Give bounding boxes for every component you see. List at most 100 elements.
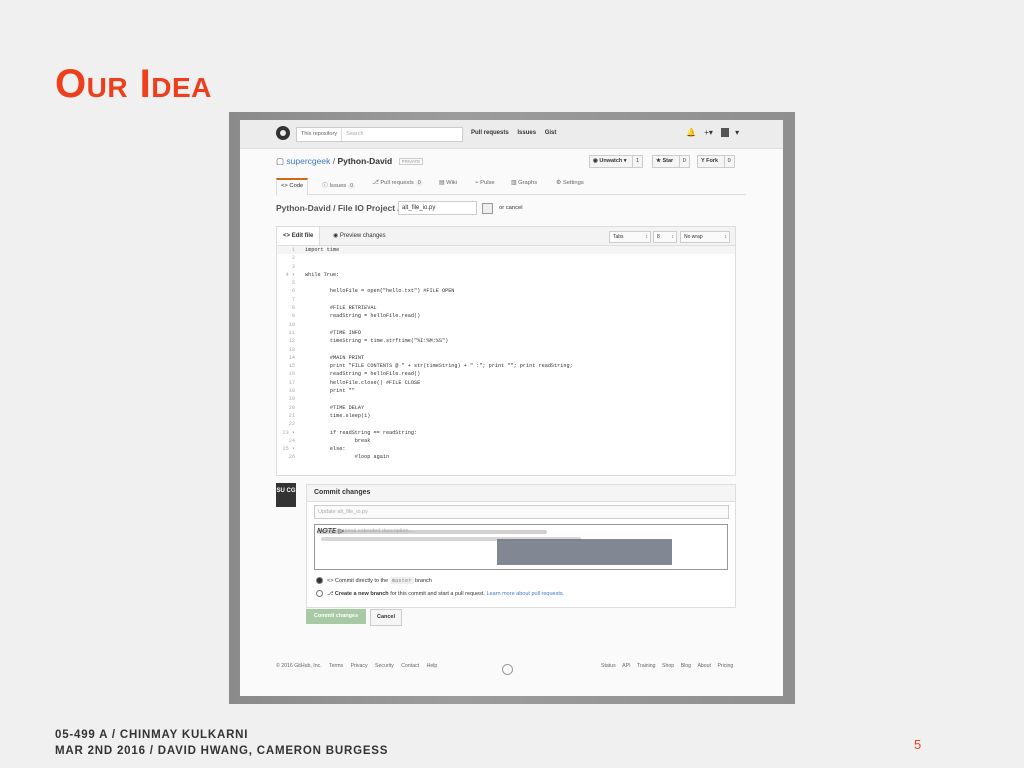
star-button[interactable]: ★ Star 0 <box>652 155 690 168</box>
footer-link-status[interactable]: Status <box>601 663 616 669</box>
indent-size-select[interactable]: 8 <box>653 231 677 243</box>
indent-mode-select[interactable]: Tabs <box>609 231 651 243</box>
radio-unchecked[interactable] <box>316 590 323 597</box>
code-line[interactable]: 11 #TIME INFO <box>277 329 735 337</box>
fork-icon: Y <box>701 158 705 164</box>
code-line[interactable]: 17 helloFile.close() #FILE CLOSE <box>277 379 735 387</box>
tab-pull-requests[interactable]: ⎇ Pull requests 0 <box>372 180 423 186</box>
tab-wiki[interactable]: ▤ Wiki <box>439 180 457 186</box>
code-line[interactable]: 19 <box>277 395 735 403</box>
footer-link-about[interactable]: About <box>697 663 711 669</box>
line-number: 12 <box>288 338 295 345</box>
avatar[interactable]: ▾ <box>721 128 739 138</box>
code-line[interactable]: 22 <box>277 420 735 428</box>
radio-checked[interactable] <box>316 577 323 585</box>
bell-icon[interactable]: 🔔 <box>686 128 696 137</box>
footer-link-api[interactable]: API <box>622 663 630 669</box>
tab-settings[interactable]: ⚙ Settings <box>556 180 584 186</box>
code-line[interactable]: 8 #FILE RETRIEVAL <box>277 304 735 312</box>
clipboard-icon[interactable] <box>482 203 493 214</box>
code-text: print "FILE CONTENTS @ " + str(timeStrin… <box>305 363 573 370</box>
search-input[interactable]: This repository Search <box>296 127 463 142</box>
code-line[interactable]: 9 readString = helloFile.read() <box>277 312 735 320</box>
code-text: readString = helloFile.read() <box>305 371 421 378</box>
gear-icon: ⚙ <box>556 180 562 186</box>
github-logo-icon[interactable] <box>276 126 290 140</box>
tab-graphs[interactable]: ▥ Graphs <box>511 180 537 186</box>
repo-name-link[interactable]: Python-David <box>337 156 392 166</box>
repo-title: ▢ supercgeek / Python-David PRIVATE <box>276 156 424 167</box>
plus-icon[interactable]: +▾ <box>704 128 713 137</box>
code-line[interactable]: 25 ▾ else: <box>277 445 735 453</box>
commit-description-textarea[interactable]: Add an optional extended description... … <box>314 524 728 570</box>
code-line[interactable]: 16 readString = helloFile.read() <box>277 370 735 378</box>
commit-summary-input[interactable]: Update alt_file_io.py <box>314 505 729 519</box>
code-line[interactable]: 10 <box>277 321 735 329</box>
tab-issues[interactable]: ⓘ Issues 0 <box>322 180 355 189</box>
code-line[interactable]: 15 print "FILE CONTENTS @ " + str(timeSt… <box>277 362 735 370</box>
code-line[interactable]: 20 #TIME DELAY <box>277 404 735 412</box>
code-text: helloFile = open("hello.txt") #FILE OPEN <box>305 288 455 295</box>
code-line[interactable]: 23 ▾ if readString == readString: <box>277 429 735 437</box>
footer-link-shop[interactable]: Shop <box>662 663 674 669</box>
code-line[interactable]: 6 helloFile = open("hello.txt") #FILE OP… <box>277 287 735 295</box>
tab-code[interactable]: <> Code <box>276 178 309 196</box>
tab-pulse[interactable]: ⌁ Pulse <box>475 180 495 186</box>
code-line[interactable]: 3 <box>277 263 735 271</box>
code-line[interactable]: 4 ▾ while True: <box>277 271 735 279</box>
github-topbar: This repository Search Pull requests Issu… <box>240 120 783 149</box>
code-line[interactable]: 14 #MAIN PRINT <box>277 354 735 362</box>
footer-link-help[interactable]: Help <box>427 663 438 669</box>
footer-link-blog[interactable]: Blog <box>681 663 691 669</box>
code-area[interactable]: 1 import time 2 3 4 ▾ while True: 5 6 helloFile… <box>277 246 735 462</box>
star-label: Star <box>662 158 674 164</box>
line-number: 4 ▾ <box>285 271 295 278</box>
footer-link-privacy[interactable]: Privacy <box>351 663 368 669</box>
github-logo-icon[interactable] <box>502 664 513 675</box>
footer-link-training[interactable]: Training <box>637 663 656 669</box>
line-number: 10 <box>288 321 295 328</box>
code-line[interactable]: 24 break <box>277 437 735 445</box>
code-line[interactable]: 18 print "" <box>277 387 735 395</box>
code-text: if readString == readString: <box>305 429 418 436</box>
code-icon: <> <box>283 233 291 239</box>
repo-owner-link[interactable]: supercgeek <box>286 156 330 166</box>
slide-title: Our Idea <box>55 62 212 106</box>
paper-prototype: This repository Search Pull requests Issu… <box>240 120 783 696</box>
cancel-link[interactable]: or cancel <box>499 205 523 211</box>
unwatch-button[interactable]: ◉ Unwatch ▾ 1 <box>589 155 644 168</box>
footer-link-terms[interactable]: Terms <box>329 663 343 669</box>
code-line[interactable]: 7 <box>277 296 735 304</box>
fork-button[interactable]: Y Fork 0 <box>697 155 735 168</box>
wrap-mode-select[interactable]: No wrap <box>680 231 730 243</box>
nav-pull-requests[interactable]: Pull requests <box>471 130 509 136</box>
filename-input[interactable]: alt_file_io.py <box>398 201 477 215</box>
line-number: 3 <box>291 263 295 270</box>
code-line[interactable]: 26 #loop again <box>277 453 735 461</box>
footer-link-contact[interactable]: Contact <box>401 663 419 669</box>
code-line[interactable]: 5 <box>277 279 735 287</box>
code-line[interactable]: 2 <box>277 254 735 262</box>
code-line[interactable]: 13 <box>277 346 735 354</box>
commit-changes-button[interactable]: Commit changes <box>306 609 366 624</box>
nav-gist[interactable]: Gist <box>545 130 557 136</box>
footer-link-pricing[interactable]: Pricing <box>717 663 733 669</box>
tab-edit-file[interactable]: <> Edit file <box>277 227 321 245</box>
tab-preview-changes[interactable]: ◉ Preview changes <box>327 227 392 245</box>
commit-new-branch-option[interactable]: ⎇ Create a new branch for this commit an… <box>316 590 564 597</box>
line-number: 16 <box>288 371 295 378</box>
branch-name: master <box>389 577 414 584</box>
pen-scribble <box>317 530 547 534</box>
learn-more-link[interactable]: Learn more about pull requests. <box>487 591 565 597</box>
line-number: 9 <box>291 313 295 320</box>
code-line[interactable]: 1 import time <box>277 246 735 255</box>
star-count: 0 <box>678 156 686 167</box>
footer-link-security[interactable]: Security <box>375 663 394 669</box>
handwritten-note: NOTE ▷ <box>317 527 345 535</box>
cancel-button[interactable]: Cancel <box>370 609 402 626</box>
breadcrumb: Python-David / File IO Project / <box>276 203 400 213</box>
nav-issues[interactable]: Issues <box>517 130 536 136</box>
code-line[interactable]: 21 time.sleep(1) <box>277 412 735 420</box>
code-line[interactable]: 12 timeString = time.strftime("%I:%M:%S"… <box>277 337 735 345</box>
commit-direct-option[interactable]: <> Commit directly to the master branch <box>316 577 432 585</box>
